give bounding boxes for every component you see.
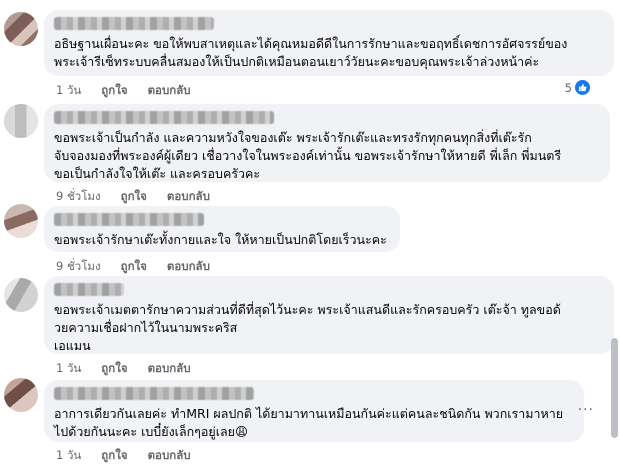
comment-bubble: ขอพระเจ้ารักษาเต๊ะทั้งกายและใจ ให้หายเป็… xyxy=(44,206,400,252)
comment-bubble: ขอพระเจ้าเมตตารักษาความส่วนที่ดีที่สุดไว… xyxy=(44,276,614,354)
avatar[interactable] xyxy=(4,378,38,412)
comment-time[interactable]: 1 วัน xyxy=(56,82,81,100)
comment-actions: 9 ชั่วโมง ถูกใจ ตอบกลับ xyxy=(56,188,210,206)
like-button[interactable]: ถูกใจ xyxy=(101,82,127,100)
author-name[interactable] xyxy=(54,387,254,400)
like-button[interactable]: ถูกใจ xyxy=(101,447,127,465)
comment-bubble: อาการเดียวกันเลยค่ะ ทำMRI ผลปกติ ได้ยามา… xyxy=(44,380,584,442)
author-name[interactable] xyxy=(54,111,274,124)
more-options-icon[interactable]: ··· xyxy=(578,402,594,418)
comment-time[interactable]: 9 ชั่วโมง xyxy=(56,188,101,206)
comment-bubble: ขอพระเจ้าเป็นกำลัง และความหวังใจของเต๊ะ … xyxy=(44,104,610,182)
avatar[interactable] xyxy=(4,278,38,312)
reaction-number: 5 xyxy=(564,80,572,95)
comment-text: อาการเดียวกันเลยค่ะ ทำMRI ผลปกติ ได้ยามา… xyxy=(54,406,564,439)
reaction-count[interactable]: 5 xyxy=(565,80,590,95)
reply-button[interactable]: ตอบกลับ xyxy=(148,360,191,378)
author-name[interactable] xyxy=(54,213,204,226)
reply-button[interactable]: ตอบกลับ xyxy=(148,82,191,100)
thumbs-up-icon xyxy=(575,80,590,95)
comment-time[interactable]: 9 ชั่วโมง xyxy=(56,258,101,276)
avatar[interactable] xyxy=(4,12,38,46)
comment-text: อธิษฐานเผื่อนะคะ ขอให้พบสาเหตุและได้คุณห… xyxy=(54,36,568,69)
comment-bubble: อธิษฐานเผื่อนะคะ ขอให้พบสาเหตุและได้คุณห… xyxy=(44,10,614,76)
comment-text: ขอพระเจ้าเมตตารักษาความส่วนที่ดีที่สุดไว… xyxy=(54,302,561,353)
like-button[interactable]: ถูกใจ xyxy=(101,360,127,378)
author-name[interactable] xyxy=(54,17,214,30)
comment-actions: 1 วัน ถูกใจ ตอบกลับ xyxy=(56,82,191,100)
comment-actions: 1 วัน ถูกใจ ตอบกลับ xyxy=(56,447,191,465)
comment-actions: 9 ชั่วโมง ถูกใจ ตอบกลับ xyxy=(56,258,210,276)
comment-text: ขอพระเจ้าเป็นกำลัง และความหวังใจของเต๊ะ … xyxy=(54,130,562,181)
like-button[interactable]: ถูกใจ xyxy=(121,258,147,276)
like-button[interactable]: ถูกใจ xyxy=(121,188,147,206)
scrollbar[interactable] xyxy=(611,338,618,438)
comment-time[interactable]: 1 วัน xyxy=(56,447,81,465)
comment-text: ขอพระเจ้ารักษาเต๊ะทั้งกายและใจ ให้หายเป็… xyxy=(54,232,387,247)
reply-button[interactable]: ตอบกลับ xyxy=(167,258,210,276)
comment-time[interactable]: 1 วัน xyxy=(56,360,81,378)
avatar[interactable] xyxy=(4,204,38,238)
comment-actions: 1 วัน ถูกใจ ตอบกลับ xyxy=(56,360,191,378)
avatar[interactable] xyxy=(4,104,38,138)
reply-button[interactable]: ตอบกลับ xyxy=(167,188,210,206)
author-name[interactable] xyxy=(54,283,124,296)
reply-button[interactable]: ตอบกลับ xyxy=(148,447,191,465)
